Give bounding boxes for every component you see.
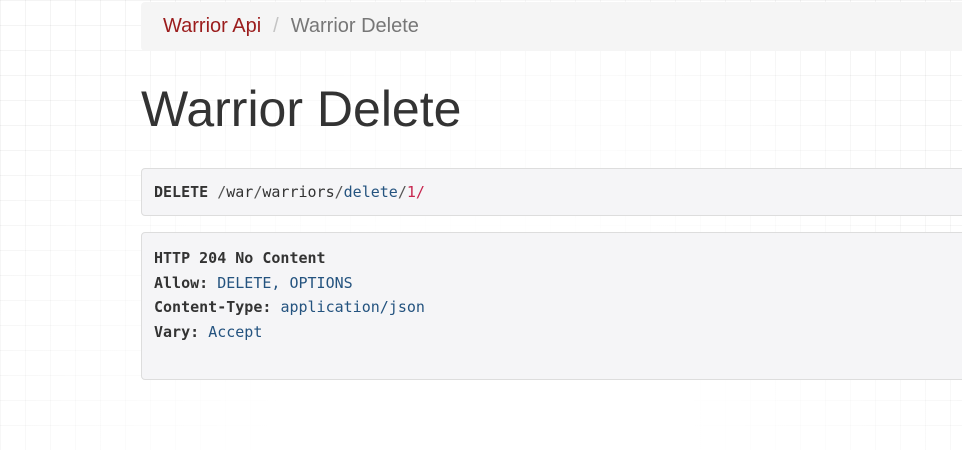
page-title: Warrior Delete (141, 81, 462, 137)
path-slash-trailing: / (415, 183, 425, 201)
response-info: HTTP 204 No Content Allow: DELETE, OPTIO… (141, 232, 962, 380)
path-segment-war: war (226, 183, 254, 201)
header-value: DELETE, OPTIONS (217, 273, 353, 292)
response-header-allow: Allow: DELETE, OPTIONS (154, 271, 962, 296)
breadcrumb: Warrior Api / Warrior Delete (141, 2, 962, 51)
response-header-vary: Vary: Accept (154, 320, 962, 345)
request-info: DELETE / war / warriors / delete / 1 / (141, 168, 962, 216)
request-spacer (208, 183, 217, 201)
header-value: Accept (208, 322, 263, 341)
path-segment-warriors: warriors (262, 183, 335, 201)
header-key: Content-Type: (154, 298, 272, 316)
path-slash: / (217, 183, 227, 201)
breadcrumb-current: Warrior Delete (290, 15, 419, 37)
breadcrumb-separator: / (273, 15, 279, 37)
header-key: Vary: (154, 322, 200, 341)
header-value: application/json (280, 298, 425, 316)
path-segment-delete[interactable]: delete (344, 183, 398, 201)
page: Warrior Api / Warrior Delete Warrior Del… (0, 0, 962, 450)
breadcrumb-link-warrior-api[interactable]: Warrior Api (163, 15, 261, 38)
response-status: HTTP 204 No Content (154, 249, 326, 267)
path-slash: / (253, 183, 263, 201)
request-method: DELETE (154, 183, 209, 201)
response-status-line: HTTP 204 No Content (154, 246, 962, 271)
response-header-content-type: Content-Type: application/json (154, 295, 962, 320)
header-key: Allow: (154, 273, 209, 292)
path-slash: / (334, 183, 344, 201)
path-segment-id[interactable]: 1 (407, 183, 416, 201)
path-slash: / (397, 183, 407, 201)
background-fade (0, 0, 962, 450)
